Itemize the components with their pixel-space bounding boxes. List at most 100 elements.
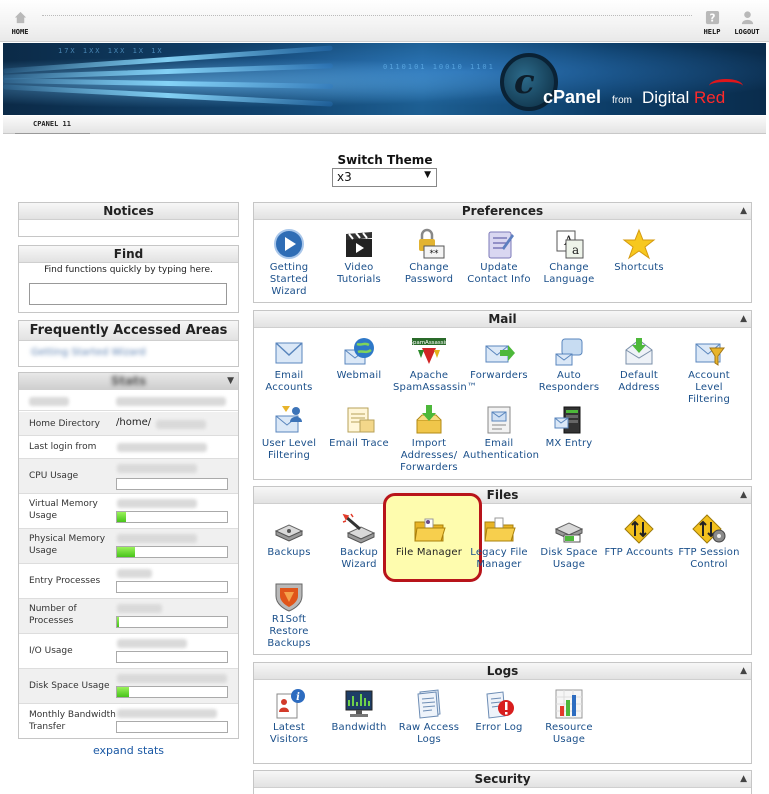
entry-processes-bar bbox=[116, 581, 228, 593]
frequent-item-link[interactable]: Getting Started Wizard bbox=[31, 347, 146, 358]
expand-stats-link[interactable]: expand stats bbox=[18, 744, 239, 757]
stats-row-number-of-processes: Number of Processes bbox=[19, 599, 238, 634]
brand-from: from bbox=[612, 95, 632, 106]
collapse-arrow-icon[interactable]: ▼ bbox=[227, 373, 234, 389]
email-authentication-link[interactable]: Email Authentication bbox=[463, 404, 540, 462]
ftp-session-control-link[interactable]: FTP Session Control bbox=[673, 513, 745, 571]
item-label: Backup Wizard bbox=[340, 547, 378, 570]
help-nav-link[interactable]: ? HELP bbox=[692, 10, 732, 36]
blurred-text bbox=[117, 499, 197, 508]
backup-wizard-link[interactable]: Backup Wizard bbox=[323, 513, 395, 571]
user-level-filtering-link[interactable]: User Level Filtering bbox=[253, 404, 325, 462]
blurred-text bbox=[117, 639, 187, 648]
default-address-link[interactable]: Default Address bbox=[603, 336, 675, 394]
file-manager-link[interactable]: File Manager bbox=[393, 513, 465, 559]
apache-spamassassin-link[interactable]: SpamAssassin Apache SpamAssassin™ bbox=[393, 336, 477, 394]
update-contact-info-link[interactable]: Update Contact Info bbox=[463, 228, 535, 286]
brand-digital: Digital bbox=[642, 88, 694, 107]
r1soft-restore-backups-link[interactable]: R1Soft Restore Backups bbox=[253, 580, 325, 650]
banner-decoration: 17X 1XX 1XX 1X 1X bbox=[58, 47, 164, 55]
find-input[interactable] bbox=[29, 283, 227, 305]
number-of-processes-bar bbox=[116, 616, 228, 628]
email-accounts-link[interactable]: Email Accounts bbox=[253, 336, 325, 394]
collapse-arrow-icon[interactable]: ▲ bbox=[740, 311, 747, 327]
disk-space-usage-link[interactable]: Disk Space Usage bbox=[533, 513, 605, 571]
legacy-file-manager-link[interactable]: Legacy File Manager bbox=[463, 513, 535, 571]
item-label: Webmail bbox=[336, 370, 382, 381]
bandwidth-bar bbox=[116, 721, 228, 733]
item-label: Disk Space Usage bbox=[540, 547, 598, 570]
item-label: Auto Responders bbox=[538, 370, 600, 393]
stat-label: Number of Processes bbox=[29, 604, 77, 626]
stats-row-cpu: CPU Usage bbox=[19, 459, 238, 494]
clapperboard-icon bbox=[342, 228, 376, 260]
find-title: Find bbox=[19, 246, 238, 263]
security-header: Security ▲ bbox=[254, 771, 751, 788]
theme-select[interactable]: x3 ▼ bbox=[332, 168, 437, 187]
item-label: Video Tutorials bbox=[337, 262, 381, 285]
dropdown-arrow-icon: ▼ bbox=[424, 170, 431, 180]
resource-usage-link[interactable]: Resource Usage bbox=[533, 688, 605, 746]
item-label: Change Language bbox=[543, 262, 595, 285]
item-label: Email Trace bbox=[329, 438, 389, 449]
shortcuts-link[interactable]: Shortcuts bbox=[603, 228, 675, 274]
error-log-link[interactable]: Error Log bbox=[463, 688, 535, 734]
webmail-link[interactable]: Webmail bbox=[323, 336, 395, 382]
stats-header: Stats ▼ bbox=[19, 373, 238, 390]
mx-server-icon bbox=[552, 404, 586, 436]
latest-visitors-link[interactable]: i Latest Visitors bbox=[253, 688, 325, 746]
stat-value: /home/ bbox=[116, 417, 152, 428]
stats-row-last-login: Last login from bbox=[19, 436, 238, 459]
change-language-link[interactable]: Aa Change Language bbox=[533, 228, 605, 286]
collapse-arrow-icon[interactable]: ▲ bbox=[740, 487, 747, 503]
frequent-title: Frequently Accessed Areas bbox=[19, 321, 238, 341]
language-icon: Aa bbox=[552, 228, 586, 260]
raw-access-logs-link[interactable]: Raw Access Logs bbox=[393, 688, 465, 746]
resource-usage-icon bbox=[552, 688, 586, 720]
item-label: Raw Access Logs bbox=[398, 722, 460, 745]
password-lock-icon: ** bbox=[412, 228, 446, 260]
logout-nav-link[interactable]: LOGOUT bbox=[727, 10, 767, 36]
item-label: Default Address bbox=[618, 370, 660, 393]
bandwidth-link[interactable]: Bandwidth bbox=[323, 688, 395, 734]
blurred-text bbox=[117, 443, 207, 452]
item-label: Update Contact Info bbox=[467, 262, 531, 285]
mx-entry-link[interactable]: MX Entry bbox=[533, 404, 605, 450]
ftp-accounts-link[interactable]: FTP Accounts bbox=[603, 513, 675, 559]
globe-mail-icon bbox=[342, 336, 376, 368]
help-icon: ? bbox=[705, 10, 719, 24]
magic-wand-drive-icon bbox=[342, 513, 376, 545]
collapse-arrow-icon[interactable]: ▲ bbox=[740, 663, 747, 679]
stat-label: Virtual Memory Usage bbox=[29, 499, 98, 521]
collapse-arrow-icon[interactable]: ▲ bbox=[740, 771, 747, 787]
version-bar: CPANEL 11 bbox=[3, 116, 766, 134]
item-label: MX Entry bbox=[545, 438, 593, 449]
security-panel: Security ▲ bbox=[253, 770, 752, 794]
import-addresses-link[interactable]: Import Addresses/ Forwarders bbox=[393, 404, 465, 474]
collapse-arrow-icon[interactable]: ▲ bbox=[740, 203, 747, 219]
stat-label: Physical Memory Usage bbox=[29, 534, 106, 556]
forwarders-link[interactable]: Forwarders bbox=[463, 336, 535, 382]
blurred-text bbox=[116, 397, 226, 406]
video-tutorials-link[interactable]: Video Tutorials bbox=[323, 228, 395, 286]
stats-title: Stats bbox=[110, 374, 147, 388]
svg-text:SpamAssassin: SpamAssassin bbox=[412, 340, 446, 346]
disk-usage-icon bbox=[552, 513, 586, 545]
account-level-filtering-link[interactable]: Account Level Filtering bbox=[673, 336, 745, 406]
blurred-text bbox=[117, 569, 152, 578]
folder-icon bbox=[412, 513, 446, 545]
svg-text:?: ? bbox=[709, 12, 715, 24]
change-password-link[interactable]: ** Change Password bbox=[393, 228, 465, 286]
email-trace-link[interactable]: Email Trace bbox=[323, 404, 395, 450]
item-label: Email Authentication bbox=[463, 438, 540, 461]
home-nav-link[interactable]: HOME bbox=[0, 10, 40, 36]
item-label: File Manager bbox=[395, 547, 463, 558]
getting-started-wizard-link[interactable]: Getting Started Wizard bbox=[253, 228, 325, 298]
stats-row-blurred bbox=[19, 391, 238, 411]
version-label: CPANEL 11 bbox=[33, 120, 71, 128]
backups-link[interactable]: Backups bbox=[253, 513, 325, 559]
stat-label: Entry Processes bbox=[29, 576, 101, 586]
item-label: Forwarders bbox=[470, 370, 528, 381]
notices-panel: Notices bbox=[18, 202, 239, 237]
auto-responders-link[interactable]: Auto Responders bbox=[533, 336, 605, 394]
